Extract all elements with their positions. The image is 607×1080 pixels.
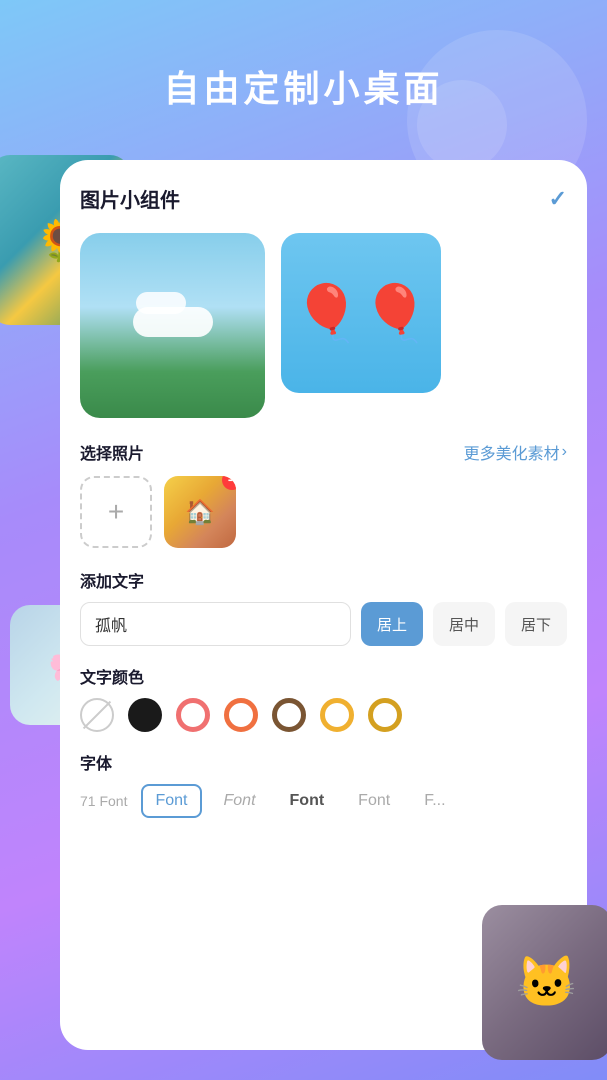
cat-image: 🐱 [482, 905, 607, 1060]
font-count-suffix: Font [99, 793, 127, 809]
font-item-5[interactable]: F... [412, 786, 457, 816]
more-arrow-icon: › [562, 443, 567, 461]
color-none-option[interactable] [80, 698, 114, 732]
color-orange-option[interactable] [224, 698, 258, 732]
align-middle-button[interactable]: 居中 [433, 602, 495, 646]
color-black-option[interactable] [128, 698, 162, 732]
color-row [80, 698, 567, 732]
text-input-row: 居上 居中 居下 [80, 602, 567, 646]
select-photo-header: 选择照片 更多美化素材 › [80, 440, 567, 464]
select-photo-label: 选择照片 [80, 440, 144, 464]
corner-image-bottom-right: 🐱 [482, 905, 607, 1060]
font-item-3[interactable]: Font [278, 786, 337, 816]
card-title: 图片小组件 [80, 184, 180, 213]
add-text-label: 添加文字 [80, 568, 567, 592]
color-label: 文字颜色 [80, 664, 567, 688]
font-count: 71 Font [80, 793, 127, 809]
balloon-icon: 🎈🎈 [293, 281, 430, 346]
photo-row: + 🏠 − [80, 476, 567, 548]
font-item-4[interactable]: Font [346, 786, 402, 816]
font-section: 字体 71 Font Font Font Font Font F... [80, 750, 567, 818]
color-gold-option[interactable] [368, 698, 402, 732]
font-row: 71 Font Font Font Font Font F... [80, 784, 567, 818]
color-yellow-option[interactable] [320, 698, 354, 732]
balloon-image: 🎈🎈 [281, 233, 441, 393]
page-title: 自由定制小桌面 [0, 0, 607, 112]
font-item-2[interactable]: Font [212, 786, 268, 816]
text-input-field[interactable] [80, 602, 351, 646]
photo-thumb-1[interactable]: 🏠 − [164, 476, 236, 548]
align-bottom-button[interactable]: 居下 [505, 602, 567, 646]
align-top-button[interactable]: 居上 [361, 602, 423, 646]
color-brown-option[interactable] [272, 698, 306, 732]
more-materials-link[interactable]: 更多美化素材 › [464, 440, 567, 464]
sky-image [80, 233, 265, 418]
color-pink-option[interactable] [176, 698, 210, 732]
more-materials-text: 更多美化素材 [464, 440, 560, 464]
check-icon[interactable]: ✓ [549, 186, 567, 212]
card-header: 图片小组件 ✓ [80, 184, 567, 213]
font-item-1[interactable]: Font [141, 784, 201, 818]
font-label: 字体 [80, 750, 567, 774]
color-section: 文字颜色 [80, 664, 567, 732]
add-photo-button[interactable]: + [80, 476, 152, 548]
widget-previews: 🎈🎈 [80, 233, 567, 418]
widget-preview-sky[interactable] [80, 233, 265, 418]
widget-preview-balloon[interactable]: 🎈🎈 [281, 233, 441, 393]
font-count-number: 71 [80, 793, 96, 809]
